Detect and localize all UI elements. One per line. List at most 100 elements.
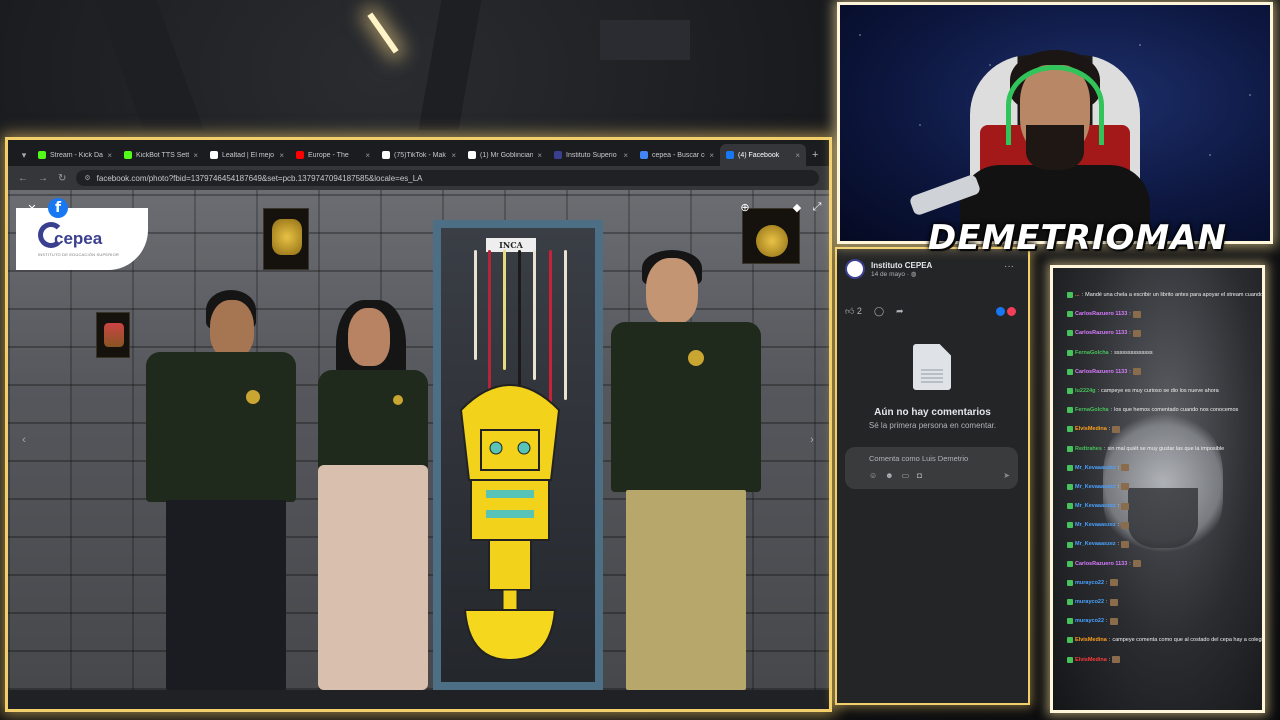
browser-tab[interactable]: KickBot TTS Setti ×: [118, 144, 204, 166]
close-tab-icon[interactable]: ×: [537, 151, 542, 160]
reaction-icons[interactable]: [996, 307, 1016, 316]
url-field[interactable]: ⚙ facebook.com/photo?fbid=13797464541876…: [76, 170, 819, 186]
share-icon[interactable]: ➦: [896, 306, 904, 317]
tab-favicon-icon: [296, 151, 304, 159]
close-tab-icon[interactable]: ×: [279, 151, 284, 160]
site-info-icon[interactable]: ⚙: [84, 174, 90, 182]
comment-input[interactable]: Comenta como Luis Demetrio ☺ ☻ ▭ ◘ ➤: [845, 447, 1018, 489]
chat-username[interactable]: murayco22: [1075, 612, 1104, 630]
forward-icon[interactable]: →: [38, 173, 48, 184]
browser-tab[interactable]: Stream - Kick Da ×: [32, 144, 118, 166]
comment-icon[interactable]: ◯: [874, 306, 884, 317]
next-photo-icon[interactable]: ›: [804, 425, 820, 455]
chat-username[interactable]: lu2224g: [1075, 382, 1095, 400]
close-tab-icon[interactable]: ×: [709, 151, 714, 160]
back-icon[interactable]: ←: [18, 173, 28, 184]
chat-username[interactable]: FernaGolcha: [1075, 401, 1109, 419]
chat-message: murayco22:: [1067, 593, 1262, 611]
browser-tab[interactable]: Lealtad | El mejo ×: [204, 144, 290, 166]
chat-username[interactable]: ElvisMedina: [1075, 651, 1107, 669]
streamer-name: DEMETRIOMAN: [928, 218, 1228, 258]
chat-message: FernaGolcha: ssssssssssssss: [1067, 344, 1262, 362]
chat-separator: :: [1129, 330, 1131, 337]
emote-icon: [1109, 617, 1118, 625]
chat-username[interactable]: Mr_Kevaaaszez: [1075, 516, 1116, 534]
reload-icon[interactable]: ↻: [58, 173, 66, 184]
browser-tab[interactable]: Europe - The ×: [290, 144, 376, 166]
tag-icon[interactable]: ◆: [788, 198, 806, 216]
emote-icon: [1109, 579, 1118, 587]
close-tab-icon[interactable]: ×: [451, 151, 456, 160]
chat-username[interactable]: FernaGolcha: [1075, 344, 1109, 362]
user-badge-icon: [1067, 464, 1073, 471]
emote-icon: [1121, 502, 1130, 510]
user-badge-icon: [1067, 579, 1073, 586]
browser-tab[interactable]: (75)TikTok - Mak ×: [376, 144, 462, 166]
webcam-frame: [837, 2, 1273, 244]
page-avatar[interactable]: [845, 259, 865, 279]
person-right: [606, 250, 766, 690]
chat-username[interactable]: Mr_Kevaaaszez: [1075, 459, 1116, 477]
user-badge-icon: [1067, 541, 1073, 548]
chat-message: Mr_Kevaaaszez:: [1067, 497, 1262, 515]
chat-username[interactable]: ElvisMedina: [1075, 631, 1107, 649]
close-tab-icon[interactable]: ×: [365, 151, 370, 160]
chat-username[interactable]: Mr_Kevaaaszez: [1075, 497, 1116, 515]
close-tab-icon[interactable]: ×: [107, 151, 112, 160]
chat-message: Mr_Kevaaaszez:: [1067, 478, 1262, 496]
chat-message: CarlosRazuero 1133:: [1067, 363, 1262, 381]
post-author[interactable]: Instituto CEPEA: [871, 261, 932, 270]
chat-message: murayco22:: [1067, 574, 1262, 592]
user-badge-icon: [1067, 388, 1073, 395]
browser-tab[interactable]: cepea - Buscar co ×: [634, 144, 720, 166]
user-badge-icon: [1067, 426, 1073, 433]
browser-tab[interactable]: (4) Facebook ×: [720, 144, 806, 166]
chat-separator: :: [1108, 656, 1111, 663]
chat-username[interactable]: CarlosRazuero 1133: [1075, 324, 1127, 342]
tab-label: (75)TikTok - Mak: [394, 151, 446, 159]
chat-username[interactable]: Mr_Kevaaaszez: [1075, 535, 1116, 553]
close-tab-icon[interactable]: ×: [623, 151, 628, 160]
new-tab-button[interactable]: +: [806, 144, 824, 166]
chat-separator: :: [1106, 579, 1108, 586]
browser-tab[interactable]: (1) Mr Goblincian ×: [462, 144, 548, 166]
chat-username[interactable]: murayco22: [1075, 574, 1104, 592]
sticker-icon[interactable]: ☺: [869, 471, 877, 480]
like-button[interactable]: 👍︎ 2: [845, 306, 862, 317]
user-badge-icon: [1067, 349, 1073, 356]
facebook-logo-icon[interactable]: f: [48, 198, 68, 218]
chat-username[interactable]: CarlosRazuero 1133: [1075, 555, 1127, 573]
gif-icon[interactable]: ▭: [902, 471, 910, 480]
chat-separator: :: [1110, 349, 1113, 356]
browser-window: ▾ Stream - Kick Da × KickBot TTS Setti × Lea…: [5, 137, 832, 712]
close-tab-icon[interactable]: ×: [193, 151, 198, 160]
chat-message: FernaGolcha: los que hemos comentado cuan…: [1067, 401, 1262, 419]
chat-username[interactable]: Redtrahes: [1075, 440, 1102, 458]
close-tab-icon[interactable]: ×: [795, 151, 800, 160]
browser-tab[interactable]: Instituto Superio ×: [548, 144, 634, 166]
close-icon[interactable]: ✕: [22, 198, 42, 218]
chat-username[interactable]: CarlosRazuero 1133: [1075, 305, 1127, 323]
emote-icon: [1121, 521, 1130, 529]
chat-message: CarlosRazuero 1133:: [1067, 324, 1262, 342]
post-date[interactable]: 14 de mayo · ◍: [871, 270, 932, 278]
emoji-icon[interactable]: ☻: [885, 471, 893, 480]
chat-username[interactable]: murayco22: [1075, 593, 1104, 611]
chat-username[interactable]: ...: [1075, 286, 1080, 304]
user-badge-icon: [1067, 618, 1073, 625]
tab-search-icon[interactable]: ▾: [16, 144, 32, 166]
emote-icon: [1132, 310, 1141, 318]
fullscreen-icon[interactable]: ⤢: [808, 198, 826, 216]
more-options-icon[interactable]: ···: [1004, 261, 1014, 272]
tumi-sculpture: [459, 384, 561, 660]
previous-photo-icon[interactable]: ‹: [16, 425, 32, 455]
emote-icon: [1121, 541, 1130, 549]
chat-username[interactable]: ElvisMedina: [1075, 420, 1107, 438]
zoom-in-icon[interactable]: ⊕: [736, 198, 754, 216]
camera-icon[interactable]: ◘: [917, 471, 922, 480]
chat-separator: :: [1110, 407, 1113, 414]
send-icon[interactable]: ➤: [1003, 471, 1010, 480]
chat-username[interactable]: Mr_Kevaaaszez: [1075, 478, 1116, 496]
user-badge-icon: [1067, 637, 1073, 644]
chat-username[interactable]: CarlosRazuero 1133: [1075, 363, 1127, 381]
